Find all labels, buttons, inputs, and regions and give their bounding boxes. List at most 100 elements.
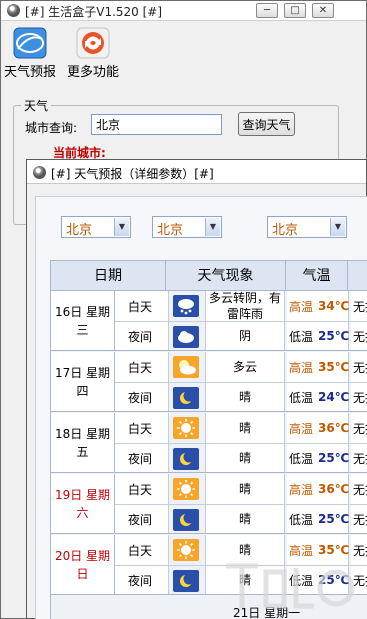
temperature-value: 25℃ [318,512,350,526]
city-query-input[interactable] [91,114,222,135]
period-label: 夜间 [115,505,169,533]
moon-icon [173,570,199,592]
nighttime-row: 夜间 晴低温 25℃无持 [115,565,367,594]
forecast-table-header: 日期 天气现象 气温 [51,261,367,291]
temperature-label: 高温 [289,360,314,375]
main-window-title: [#] 生活盒子V1.520 [#] [25,5,163,19]
header-weather: 天气现象 [166,261,286,291]
period-label: 夜间 [115,566,169,594]
temperature-value: 25℃ [318,329,350,343]
header-temp: 气温 [286,261,348,291]
nighttime-row: 夜间 晴低温 25℃无持 [115,443,367,472]
header-wind [348,261,367,291]
moon-icon [173,387,199,409]
weather-description: 晴 [205,474,285,504]
city-select[interactable]: 北京 ▼ [152,216,222,238]
forecast-day-row: 18日 星期五白天晴高温36℃无持夜间晴低温25℃无持 [51,413,367,473]
temperature-label: 低温 [289,512,314,527]
weather-description: 晴 [205,383,285,411]
district-select[interactable]: 北京 ▼ [267,216,347,238]
weather-forecast-icon [13,27,47,59]
temperature-value: 36℃ [318,482,350,496]
maximize-button[interactable]: □ [284,3,306,18]
temperature-cell: 高温 36℃ [287,474,349,504]
period-label: 白天 [115,413,169,443]
nighttime-row: 夜间 阴低温 25℃无持 [115,321,367,350]
partly-cloudy-icon [173,356,199,378]
toolbar-weather-forecast[interactable]: 天气预报 [4,27,56,80]
temperature-label: 低温 [289,329,314,344]
wind-cell: 无持 [351,291,367,321]
toolbar-more-functions[interactable]: 更多功能 [67,27,119,80]
rain-snow-icon [173,295,199,317]
wind-cell: 无持 [351,444,367,472]
forecast-day-row: 17日 星期四白天多云高温35℃无持夜间晴低温24℃无持 [51,352,367,412]
wind-cell: 无持 [351,383,367,411]
daytime-row: 白天 多云转阴，有雷阵雨高温 34℃无持 [115,291,367,321]
temperature-value: 34℃ [318,299,350,313]
moon-icon [173,448,199,470]
header-date: 日期 [51,261,166,291]
forecast-day-row: 19日 星期六白天晴高温36℃无持夜间晴低温25℃无持 [51,474,367,534]
city-select-value: 北京 [157,223,184,238]
city-query-label: 城市查询: [25,121,78,135]
temperature-label: 高温 [289,543,314,558]
period-label: 夜间 [115,383,169,411]
province-select[interactable]: 北京 ▼ [61,216,131,238]
weather-description: 阴 [205,322,285,350]
chevron-down-icon[interactable]: ▼ [114,218,129,236]
main-titlebar[interactable]: [#] 生活盒子V1.520 [#] ─ □ ✕ [1,1,366,21]
detail-app-icon [33,166,46,179]
temperature-cell: 高温 35℃ [287,352,349,382]
wind-cell: 无持 [351,505,367,533]
wind-cell: 无持 [351,413,367,443]
forecast-date: 16日 星期三 [51,291,115,350]
toolbar-weather-label: 天气预报 [4,65,57,80]
temperature-cell: 高温 36℃ [287,413,349,443]
daytime-row: 白天 晴高温 35℃无持 [115,535,367,565]
temperature-cell: 高温 34℃ [287,291,349,321]
daytime-row: 白天 多云高温 35℃无持 [115,352,367,382]
weather-description: 晴 [205,505,285,533]
period-label: 夜间 [115,444,169,472]
sun-icon [173,539,199,561]
wind-cell: 无持 [351,352,367,382]
temperature-cell: 低温 25℃ [287,322,349,350]
close-button[interactable]: ✕ [312,3,334,18]
wind-cell: 无持 [351,535,367,565]
temperature-label: 高温 [289,482,314,497]
temperature-label: 低温 [289,573,314,588]
period-label: 白天 [115,352,169,382]
detail-titlebar[interactable]: [#] 天气预报（详细参数）[#] [27,160,366,184]
query-weather-button[interactable]: 查询天气 [238,112,295,136]
temperature-value: 35℃ [318,360,350,374]
forecast-day-row: 16日 星期三白天多云转阴，有雷阵雨高温34℃无持夜间阴低温25℃无持 [51,291,367,351]
daytime-row: 白天 晴高温 36℃无持 [115,474,367,504]
temperature-value: 24℃ [318,390,350,404]
district-select-value: 北京 [272,223,299,238]
province-select-value: 北京 [66,223,93,238]
sun-icon [173,478,199,500]
weather-description: 晴 [205,413,285,443]
cloudy-night-icon [173,326,199,348]
chevron-down-icon[interactable]: ▼ [330,218,345,236]
temperature-value: 35℃ [318,543,350,557]
forecast-table: 日期 天气现象 气温 16日 星期三白天多云转阴，有雷阵雨高温34℃无持夜间阴低… [50,260,367,619]
temperature-cell: 高温 35℃ [287,535,349,565]
weather-description: 多云转阴，有雷阵雨 [205,291,285,321]
minimize-button[interactable]: ─ [256,3,278,18]
forecast-date: 18日 星期五 [51,413,115,472]
chevron-down-icon[interactable]: ▼ [205,218,220,236]
period-label: 白天 [115,535,169,565]
wind-cell: 无持 [351,474,367,504]
temperature-label: 低温 [289,390,314,405]
weather-description: 晴 [205,535,285,565]
forecast-date: 17日 星期四 [51,352,115,411]
toolbar-more-label: 更多功能 [67,65,120,80]
period-label: 白天 [115,474,169,504]
temperature-label: 高温 [289,299,314,314]
temperature-cell: 低温 25℃ [287,505,349,533]
nighttime-row: 夜间 晴低温 24℃无持 [115,382,367,411]
wind-cell: 无持 [351,566,367,594]
weather-description: 晴 [205,444,285,472]
